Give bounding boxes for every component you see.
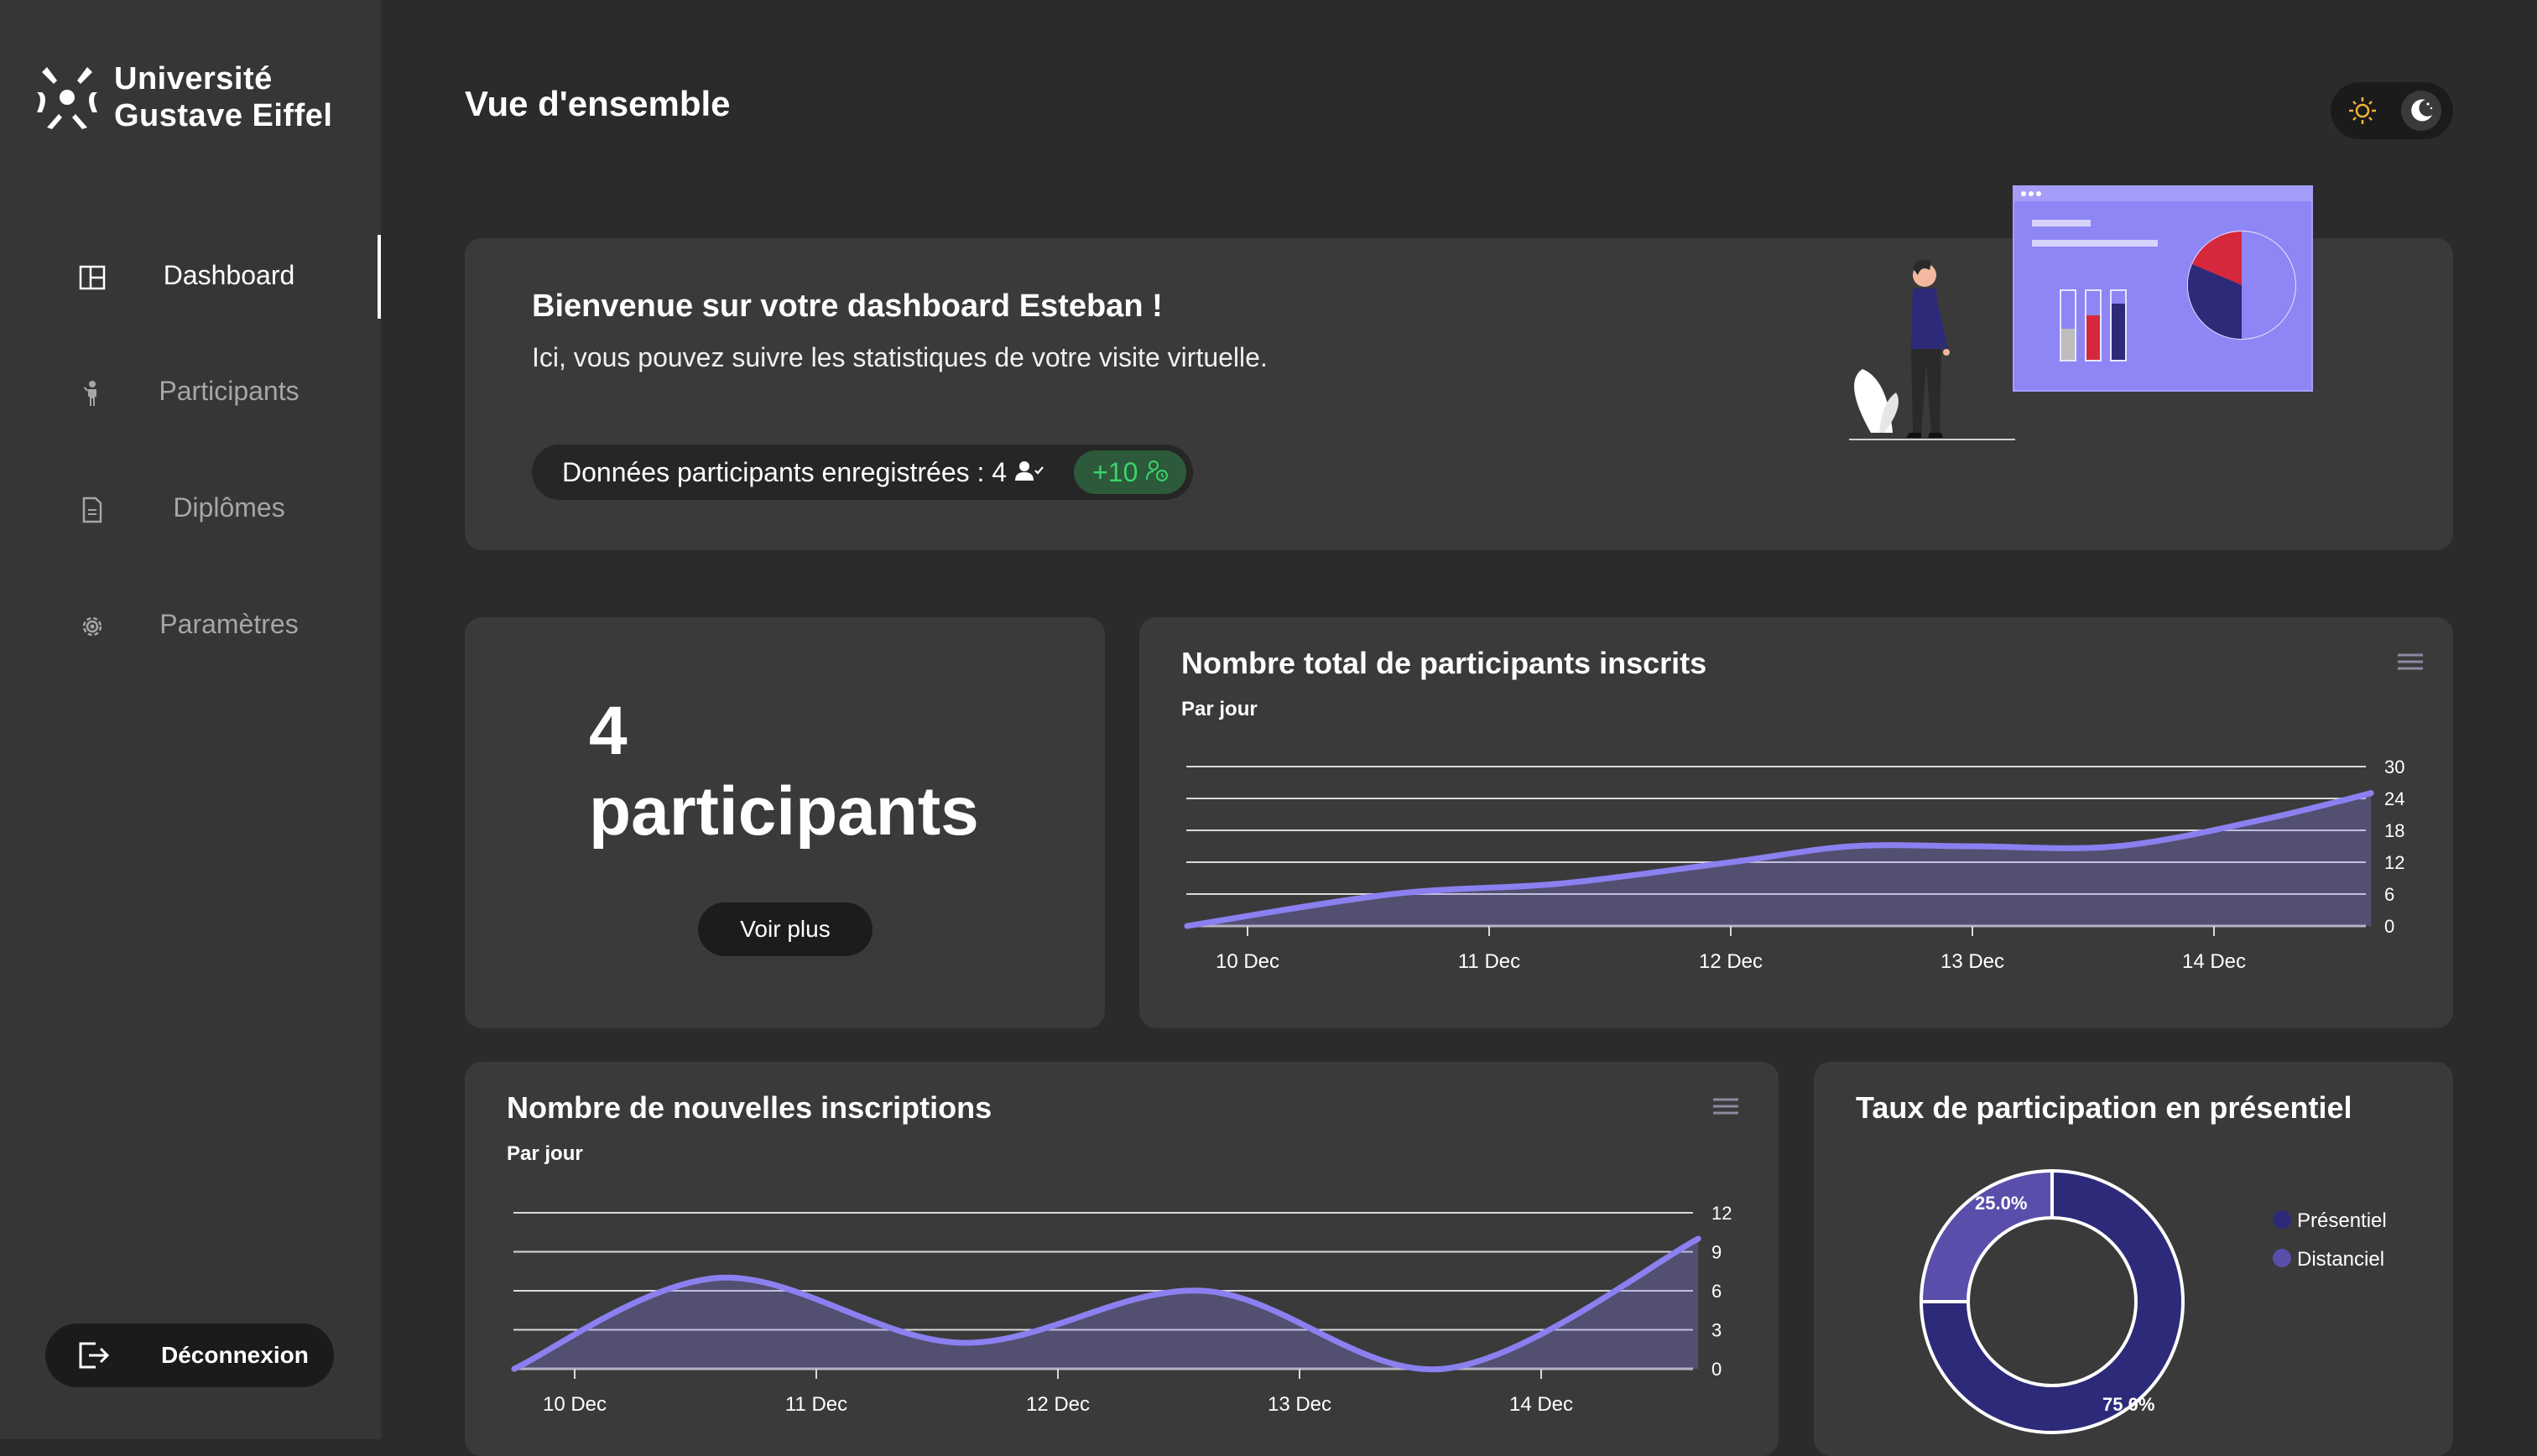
y-tick-label: 18 [2384,820,2404,841]
legend-marker [2273,1249,2291,1267]
sidebar-item-participants[interactable]: Participants [0,351,381,434]
logout-button[interactable]: Déconnexion [45,1323,334,1387]
y-tick-label: 3 [1711,1320,1722,1341]
x-tick-label: 11 Dec [1458,950,1520,973]
x-tick-label: 11 Dec [785,1393,847,1416]
chart-plot: 0 6 12 18 24 30 10 Dec 11 Dec 12 Dec 13 Dec 14 Dec [1184,757,2404,973]
y-tick-label: 30 [2384,757,2404,777]
x-tick-label: 14 Dec [2182,950,2246,973]
series-area [514,1239,1699,1370]
data-label: 25.0% [1975,1193,2027,1214]
x-tick-label: 12 Dec [1699,950,1763,973]
x-tick-label: 10 Dec [543,1393,607,1416]
x-tick-label: 12 Dec [1026,1393,1090,1416]
logout-label: Déconnexion [161,1342,309,1368]
welcome-card: Bienvenue sur votre dashboard Esteban ! … [465,185,2453,550]
new-registrations-chart-card: Nombre de nouvelles inscriptions Par jou… [465,1062,1779,1456]
series-area [1187,793,2372,926]
y-tick-label: 9 [1711,1242,1722,1263]
y-tick-label: 0 [2384,916,2394,937]
participants-card: 4 participants Voir plus [465,617,1105,1028]
logo-mark-icon [35,64,99,131]
participants-stat-pill: Données participants enregistrées : 4 +1… [532,445,1194,500]
y-tick-label: 0 [1711,1359,1722,1380]
see-more-button[interactable]: Voir plus [698,902,873,956]
legend-marker [2273,1210,2291,1229]
moon-icon[interactable] [2401,91,2441,131]
attendance-rate-card: Taux de participation en présentiel 75.0… [1814,1062,2453,1456]
participants-count: 4 [589,693,628,769]
x-tick-label: 13 Dec [1268,1393,1331,1416]
user-clock-icon [1146,457,1169,488]
dashboard-illustration [1849,185,2313,440]
sidebar-item-label: Paramètres [159,609,299,639]
total-participants-chart-card: Nombre total de participants inscrits Pa… [1139,617,2453,1028]
y-tick-label: 6 [1711,1281,1722,1302]
theme-toggle[interactable] [2331,82,2453,139]
sidebar-item-label: Diplômes [173,492,285,523]
welcome-subtitle: Ici, vous pouvez suivre les statistiques… [532,342,1268,372]
stat-label: Données participants enregistrées : 4 [562,456,1008,487]
active-indicator [378,235,381,319]
sidebar-item-diplomes[interactable]: Diplômes [0,467,381,551]
data-label: 75.0% [2102,1394,2154,1415]
x-tick-label: 13 Dec [1941,950,2004,973]
welcome-title: Bienvenue sur votre dashboard Esteban ! [532,289,1163,324]
legend-label[interactable]: Présentiel [2297,1209,2387,1232]
delta-badge: +10 [1074,450,1187,494]
sidebar: Université Gustave Eiffel Dashboard Part… [0,0,381,1439]
participants-label: participants [589,773,979,850]
pie-slice-distanciel[interactable] [1919,1168,2054,1303]
delta-value: +10 [1092,456,1138,487]
chart-plot: 0 3 6 9 12 10 Dec 11 Dec 12 Dec 13 Dec 14 Dec [511,1203,1732,1416]
y-tick-label: 6 [2384,884,2394,905]
y-tick-label: 12 [2384,852,2404,873]
y-tick-label: 24 [2384,788,2404,809]
sidebar-item-parametres[interactable]: Paramètres [0,584,381,668]
sun-icon[interactable] [2342,91,2383,131]
brand-line-1: Université [114,61,273,96]
logout-icon [77,1340,111,1375]
y-tick-label: 12 [1711,1203,1732,1224]
sidebar-item-dashboard[interactable]: Dashboard [0,235,381,319]
brand-line-2: Gustave Eiffel [114,98,333,133]
x-tick-label: 10 Dec [1216,950,1279,973]
user-check-icon [1015,460,1044,486]
page-title: Vue d'ensemble [465,84,731,123]
sidebar-item-label: Dashboard [163,260,295,290]
donut-chart: 75.0% 25.0% Présentiel Distanciel [1919,1168,2387,1434]
x-tick-label: 14 Dec [1509,1393,1573,1416]
sidebar-item-label: Participants [159,376,300,406]
university-logo[interactable]: Université Gustave Eiffel [35,60,332,134]
legend-label[interactable]: Distanciel [2297,1248,2384,1271]
